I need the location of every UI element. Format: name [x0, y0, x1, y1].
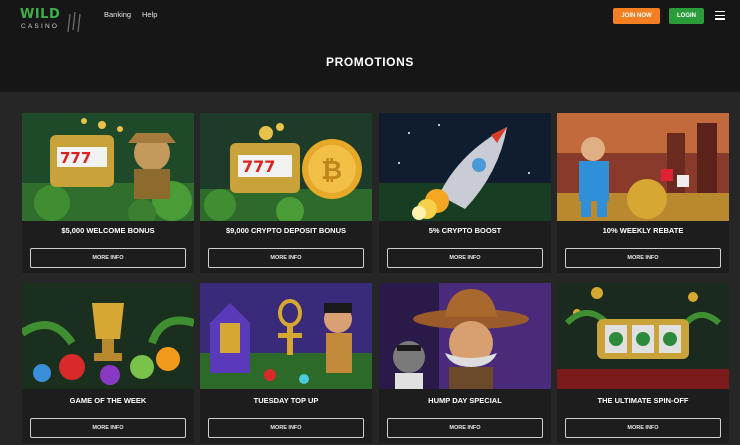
claw-marks-icon [67, 11, 81, 33]
explorer-slot-machine-image[interactable]: 777 [22, 113, 194, 221]
promo-title: HUMP DAY SPECIAL [428, 396, 502, 405]
promo-card-welcome-bonus[interactable]: 777 $5,000 WELCOME BONUS MORE INFO [22, 113, 194, 273]
gold-slot-reels-image[interactable] [557, 283, 729, 391]
rocket-launch-image[interactable] [379, 113, 551, 221]
svg-text:777: 777 [242, 157, 275, 176]
more-info-button[interactable]: MORE INFO [208, 418, 364, 438]
promo-card-ultimate-spin-off[interactable]: THE ULTIMATE SPIN-OFF MORE INFO [557, 283, 729, 443]
join-now-button[interactable]: JOIN NOW [613, 8, 660, 24]
promo-card-hump-day-special[interactable]: HUMP DAY SPECIAL MORE INFO [379, 283, 551, 443]
promo-title: $5,000 WELCOME BONUS [61, 226, 155, 235]
more-info-button[interactable]: MORE INFO [565, 418, 721, 438]
wild-casino-logo[interactable]: WILD CASINO [20, 7, 81, 33]
more-info-button[interactable]: MORE INFO [387, 418, 543, 438]
logo-wordmark: WILD [20, 7, 61, 22]
hamburger-menu-icon[interactable] [715, 11, 725, 20]
more-info-button[interactable]: MORE INFO [565, 248, 721, 268]
more-info-button[interactable]: MORE INFO [30, 418, 186, 438]
promo-title: $9,000 CRYPTO DEPOSIT BONUS [225, 226, 347, 235]
promo-title: GAME OF THE WEEK [69, 396, 147, 405]
nav-banking-link[interactable]: Banking [104, 10, 131, 19]
top-navigation-bar: WILD CASINO Banking Help JOIN NOW LOGIN … [0, 0, 740, 92]
promo-title: 10% WEEKLY REBATE [602, 226, 684, 235]
superhero-cash-image[interactable] [557, 113, 729, 221]
logo-subtitle: CASINO [21, 23, 60, 30]
promo-title: TUESDAY TOP UP [253, 396, 319, 405]
promo-title: THE ULTIMATE SPIN-OFF [597, 396, 689, 405]
svg-text:777: 777 [60, 149, 91, 167]
promo-card-game-of-the-week[interactable]: GAME OF THE WEEK MORE INFO [22, 283, 194, 443]
promo-card-crypto-boost[interactable]: 5% CRYPTO BOOST MORE INFO [379, 113, 551, 273]
promo-card-crypto-deposit-bonus[interactable]: 777 ₿ $9,000 CRYPTO DEPOSIT BONUS MORE I… [200, 113, 372, 273]
jungle-fruit-trophy-image[interactable] [22, 283, 194, 391]
nav-help-link[interactable]: Help [142, 10, 157, 19]
login-button[interactable]: LOGIN [669, 8, 704, 24]
egyptian-queen-image[interactable] [200, 283, 372, 391]
cowboy-character-image[interactable] [379, 283, 551, 391]
promo-title: 5% CRYPTO BOOST [428, 226, 502, 235]
svg-text:₿: ₿ [321, 156, 342, 186]
promo-card-weekly-rebate[interactable]: 10% WEEKLY REBATE MORE INFO [557, 113, 729, 273]
more-info-button[interactable]: MORE INFO [387, 248, 543, 268]
more-info-button[interactable]: MORE INFO [208, 248, 364, 268]
page-title: PROMOTIONS [325, 55, 414, 69]
promo-card-tuesday-top-up[interactable]: TUESDAY TOP UP MORE INFO [200, 283, 372, 443]
more-info-button[interactable]: MORE INFO [30, 248, 186, 268]
slot-machine-bitcoin-image[interactable]: 777 ₿ [200, 113, 372, 221]
